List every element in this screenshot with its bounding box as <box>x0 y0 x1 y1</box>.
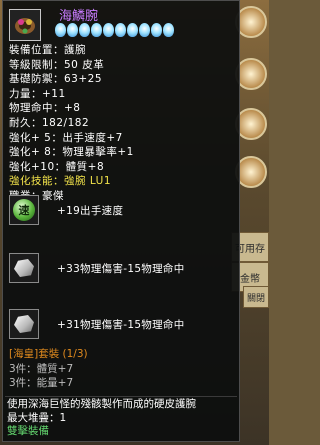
socket-effect: +19出手速度 <box>57 204 124 217</box>
set-title: [海皇]套裝 (1/3) <box>9 348 88 360</box>
stat-line: 強化+10：體質+8 <box>9 160 105 173</box>
stat-line: 基礎防禦：63+25 <box>9 73 103 86</box>
stat-line: 力量：+11 <box>9 87 66 100</box>
enhance-star-icon <box>91 23 102 37</box>
enhance-star-icon <box>55 23 66 37</box>
socket-slot[interactable] <box>9 253 39 283</box>
stat-line: 強化+ 8：物理暴擊率+1 <box>9 146 134 159</box>
enhance-star-icon <box>139 23 150 37</box>
equip-hint: 雙擊裝備 <box>7 425 49 437</box>
stat-line: 物理命中：+8 <box>9 102 81 115</box>
enhance-star-icon <box>115 23 126 37</box>
close-button[interactable]: 關閉 <box>243 286 269 308</box>
speed-gem-icon: 速 <box>13 199 35 221</box>
description-text: 使用深海巨怪的殘骸製作而成的硬皮護腕 <box>7 398 196 410</box>
set-bonus-item: 3件：能量+7 <box>9 377 74 390</box>
stat-line: 耐久：182/182 <box>9 116 90 129</box>
set-bonus-item: 3件：體質+7 <box>9 362 74 375</box>
item-stats: 裝備位置：護腕等級限制：50 皮革 基礎防禦：63+25 力量：+11 物理命中：+8… <box>9 43 134 204</box>
enhance-star-icon <box>67 23 78 37</box>
stat-line: 強化+ 5：出手速度+7 <box>9 131 123 144</box>
socket-row: +33物理傷害-15物理命中 <box>9 253 185 283</box>
enhance-star-icon <box>79 23 90 37</box>
stat-line: 等級限制：50 皮革 <box>9 58 105 71</box>
set-bonus: [海皇]套裝 (1/3) 3件：體質+7 3件：能量+7 <box>9 347 88 391</box>
enhance-star-icon <box>127 23 138 37</box>
stack-info: 最大堆疊：1 <box>7 411 67 424</box>
socket-effect: +33物理傷害-15物理命中 <box>57 262 185 275</box>
socket-slot[interactable]: 速 <box>9 195 39 225</box>
item-icon-frame <box>9 9 41 41</box>
stat-line: 裝備位置：護腕 <box>9 44 86 56</box>
enhance-star-icon <box>151 23 162 37</box>
item-name: 海鱗腕 <box>59 9 99 24</box>
stone-icon <box>14 259 34 277</box>
socket-effect: +31物理傷害-15物理命中 <box>57 318 185 331</box>
enhance-star-icon <box>103 23 114 37</box>
socket-slot[interactable] <box>9 309 39 339</box>
divider <box>5 396 237 397</box>
item-tooltip: 海鱗腕 裝備位置：護腕等級限制：50 皮革 基礎防禦：63+25 力量：+11 物理命… <box>2 0 240 442</box>
stat-line: 強化技能：強腕 LU1 <box>9 175 112 188</box>
bracer-icon <box>15 18 35 34</box>
socket-row: 速 +19出手速度 <box>9 195 123 225</box>
stone-icon <box>14 315 34 333</box>
enhance-stars <box>55 23 174 37</box>
item-description: 使用深海巨怪的殘骸製作而成的硬皮護腕 最大堆疊：1 雙擊裝備 <box>7 398 237 439</box>
enhance-star-icon <box>163 23 174 37</box>
socket-row: +31物理傷害-15物理命中 <box>9 309 185 339</box>
